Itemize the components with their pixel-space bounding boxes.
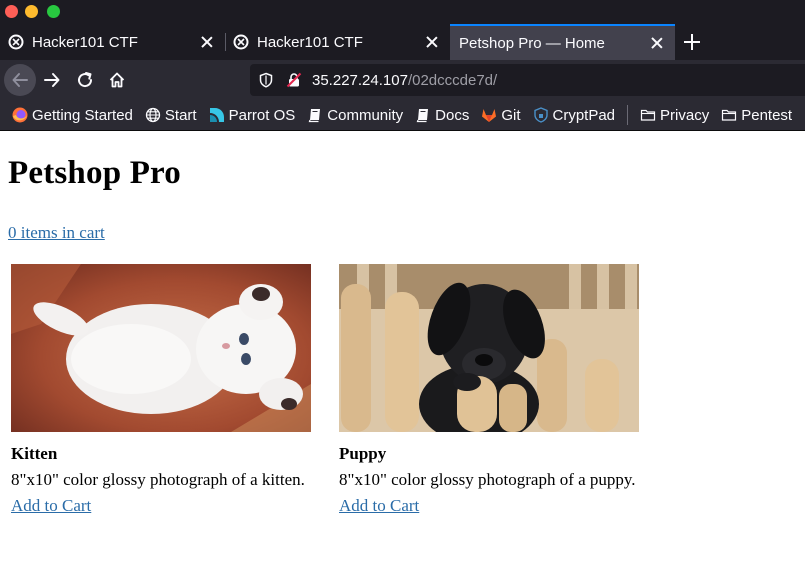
new-tab-plus-icon[interactable] (678, 28, 706, 56)
tab-title: Hacker101 CTF (32, 33, 138, 51)
url-bar[interactable]: 35.227.24.107/02dcccde7d/ (250, 64, 805, 96)
arrow-left-icon (12, 73, 28, 87)
book-icon (307, 107, 323, 123)
bookmark-folder-pentest[interactable]: Pentest (721, 107, 792, 124)
url-path: /02dcccde7d/ (407, 71, 498, 89)
hacker101-icon (233, 34, 249, 50)
bookmark-git[interactable]: Git (481, 106, 521, 124)
add-to-cart-link-puppy[interactable]: Add to Cart (339, 496, 419, 516)
tab-hacker101-2[interactable]: Hacker101 CTF (225, 24, 450, 60)
cryptpad-icon (533, 107, 549, 123)
product-description: 8"x10" color glossy photograph of a pupp… (339, 470, 636, 489)
forward-button[interactable] (36, 64, 68, 96)
insecure-lock-icon[interactable] (286, 72, 302, 88)
firefox-icon (12, 107, 28, 123)
arrow-right-icon (44, 73, 60, 87)
cart-link[interactable]: 0 items in cart (8, 223, 105, 243)
puppy-photo (339, 264, 639, 432)
reload-button[interactable] (69, 64, 101, 96)
product-description: 8"x10" color glossy photograph of a kitt… (11, 470, 305, 489)
bookmark-label: Start (164, 106, 197, 124)
bookmark-label: Docs (435, 106, 470, 124)
add-to-cart-link-kitten[interactable]: Add to Cart (11, 496, 91, 516)
product-name: Kitten (11, 444, 58, 463)
url-text[interactable]: 35.227.24.107/02dcccde7d/ (312, 72, 497, 89)
gitlab-icon (481, 107, 497, 123)
bookmark-label: Pentest (741, 106, 793, 124)
bookmark-parrot-os[interactable]: Parrot OS (209, 106, 296, 124)
bookmark-cryptpad[interactable]: CryptPad (533, 106, 616, 124)
folder-icon (721, 107, 737, 123)
title-bar (0, 0, 805, 24)
bookmark-start[interactable]: Start (145, 107, 197, 124)
tab-strip: Hacker101 CTF Hacker101 CTF Petshop Pro … (0, 24, 805, 60)
tab-title: Hacker101 CTF (257, 33, 363, 51)
book-icon (415, 107, 431, 123)
parrot-icon (209, 107, 225, 123)
folder-icon (640, 107, 656, 123)
product-name: Puppy (339, 444, 387, 463)
tab-close-icon[interactable] (199, 34, 215, 50)
home-button[interactable] (101, 64, 133, 96)
tab-hacker101-1[interactable]: Hacker101 CTF (0, 24, 225, 60)
tab-title: Petshop Pro — Home (459, 34, 605, 52)
reload-icon (78, 72, 93, 88)
url-host: 35.227.24.107 (312, 71, 408, 89)
navigation-toolbar: 35.227.24.107/02dcccde7d/ (0, 60, 805, 100)
page-content: Petshop Pro 0 items in cart Kitten 8"x10… (0, 131, 805, 565)
back-button[interactable] (4, 64, 36, 96)
bookmark-label: Git (501, 106, 521, 124)
tab-close-icon[interactable] (424, 34, 440, 50)
tracking-shield-icon[interactable] (258, 72, 274, 88)
home-icon (109, 72, 125, 88)
globe-icon (145, 107, 161, 123)
close-window-button[interactable] (5, 5, 18, 18)
bookmark-label: Community (327, 106, 404, 124)
tab-petshop-active[interactable]: Petshop Pro — Home (450, 24, 675, 60)
hacker101-icon (8, 34, 24, 50)
minimize-window-button[interactable] (25, 5, 38, 18)
maximize-window-button[interactable] (47, 5, 60, 18)
bookmark-label: Privacy (660, 106, 710, 124)
bookmark-label: Parrot OS (228, 106, 296, 124)
bookmark-getting-started[interactable]: Getting Started (12, 107, 133, 124)
bookmarks-toolbar: Getting Started Start Parrot OS Communit… (0, 100, 805, 131)
page-title: Petshop Pro (8, 155, 181, 192)
bookmark-community[interactable]: Community (307, 107, 403, 124)
tab-close-icon[interactable] (649, 35, 665, 51)
bookmark-docs[interactable]: Docs (415, 107, 469, 124)
bookmark-separator (627, 105, 629, 125)
bookmark-folder-privacy[interactable]: Privacy (640, 107, 709, 124)
bookmark-label: CryptPad (552, 106, 616, 124)
product-card-kitten: Kitten 8"x10" color glossy photograph of… (11, 264, 311, 516)
page-title-text: Petshop Pro (8, 155, 182, 191)
product-card-puppy: Puppy 8"x10" color glossy photograph of … (339, 264, 639, 516)
browser-chrome: Hacker101 CTF Hacker101 CTF Petshop Pro … (0, 0, 805, 131)
kitten-photo (11, 264, 311, 432)
bookmark-label: Getting Started (32, 106, 133, 124)
